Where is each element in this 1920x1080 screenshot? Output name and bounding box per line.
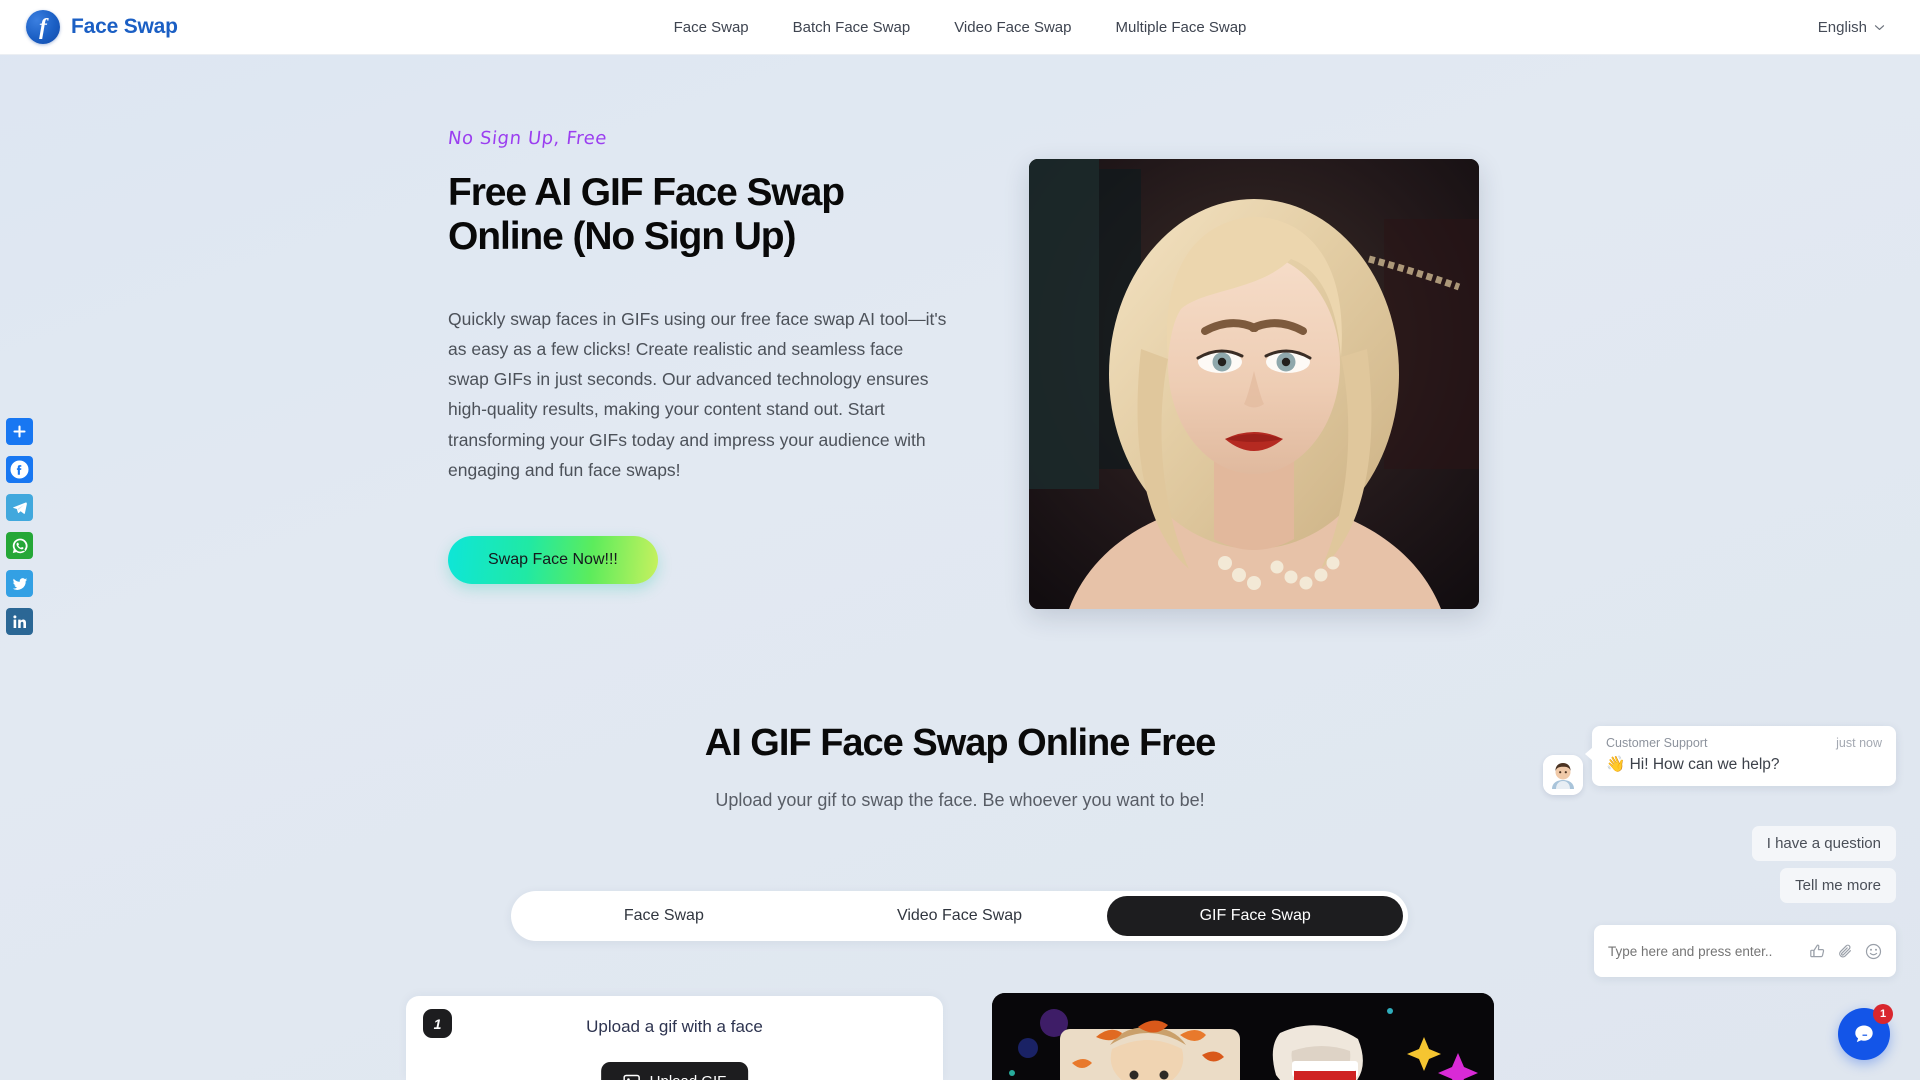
upload-instruction: Upload a gif with a face	[586, 1017, 763, 1036]
swap-face-now-button[interactable]: Swap Face Now!!!	[448, 535, 658, 584]
page-title: Free AI GIF Face Swap Online (No Sign Up…	[448, 171, 845, 259]
telegram-icon[interactable]	[6, 494, 33, 521]
chat-launcher-button[interactable]: 1	[1838, 1004, 1893, 1060]
nav-item-multiple-face-swap[interactable]: Multiple Face Swap	[1116, 19, 1247, 36]
chat-input-actions	[1809, 943, 1882, 960]
chat-unread-badge: 1	[1873, 1004, 1893, 1024]
whatsapp-icon[interactable]	[6, 532, 33, 559]
hero-description: Quickly swap faces in GIFs using our fre…	[448, 309, 947, 480]
site-header: Face Swap Face Swap Batch Face Swap Vide…	[0, 0, 1920, 55]
facebook-icon[interactable]	[6, 456, 33, 483]
tab-video-face-swap[interactable]: Video Face Swap	[812, 896, 1108, 936]
support-agent-avatar-icon	[1543, 755, 1583, 795]
upload-gif-button-label: Upload GIF	[650, 1073, 727, 1080]
tab-face-swap[interactable]: Face Swap	[516, 896, 812, 936]
share-plus-icon[interactable]	[6, 418, 33, 445]
thumbs-up-icon[interactable]	[1809, 943, 1826, 960]
chat-sender-name: Customer Support	[1606, 736, 1708, 750]
face-swap-logo-icon	[26, 10, 60, 44]
main-nav: Face Swap Batch Face Swap Video Face Swa…	[674, 19, 1247, 36]
chat-message-text: 👋 Hi! How can we help?	[1606, 756, 1780, 773]
emoji-icon[interactable]	[1865, 943, 1882, 960]
twitter-icon[interactable]	[6, 570, 33, 597]
hero-portrait-image	[1029, 159, 1479, 609]
hero-eyebrow: No Sign Up, Free	[446, 128, 609, 149]
image-upload-icon	[622, 1074, 640, 1080]
chat-message-input[interactable]	[1608, 943, 1809, 959]
nav-item-batch-face-swap[interactable]: Batch Face Swap	[793, 19, 911, 36]
gif-preview-panel[interactable]	[992, 993, 1494, 1080]
paperclip-icon[interactable]	[1837, 943, 1854, 960]
brand[interactable]: Face Swap	[26, 10, 178, 44]
page-root: Face Swap Face Swap Batch Face Swap Vide…	[0, 0, 1920, 1080]
nav-item-face-swap[interactable]: Face Swap	[674, 19, 749, 36]
chat-timestamp: just now	[1836, 736, 1882, 750]
section-subtitle: Upload your gif to swap the face. Be who…	[715, 790, 1205, 810]
chat-bubble-icon	[1851, 1021, 1877, 1047]
chat-message-header: Customer Support just now	[1606, 736, 1882, 750]
social-share-rail	[6, 418, 33, 635]
tab-gif-face-swap[interactable]: GIF Face Swap	[1107, 896, 1404, 936]
chevron-down-icon	[1874, 22, 1885, 32]
brand-name: Face Swap	[71, 15, 178, 38]
hero-text-block: No Sign Up, Free Free AI GIF Face Swap O…	[446, 128, 948, 584]
upload-panel: 1 Upload a gif with a face Upload GIF	[406, 996, 943, 1080]
chat-input-bar[interactable]	[1594, 925, 1896, 977]
upload-gif-button[interactable]: Upload GIF	[600, 1062, 749, 1080]
mode-tabs: Face Swap Video Face Swap GIF Face Swap	[511, 891, 1408, 941]
linkedin-icon[interactable]	[6, 608, 33, 635]
quick-reply-i-have-a-question[interactable]: I have a question	[1751, 826, 1896, 861]
language-label: English	[1817, 18, 1867, 36]
language-selector[interactable]: English	[1817, 18, 1885, 36]
chat-message-bubble: Customer Support just now 👋 Hi! How can …	[1585, 726, 1896, 786]
quick-reply-tell-me-more[interactable]: Tell me more	[1780, 868, 1896, 903]
nav-item-video-face-swap[interactable]: Video Face Swap	[954, 19, 1071, 36]
